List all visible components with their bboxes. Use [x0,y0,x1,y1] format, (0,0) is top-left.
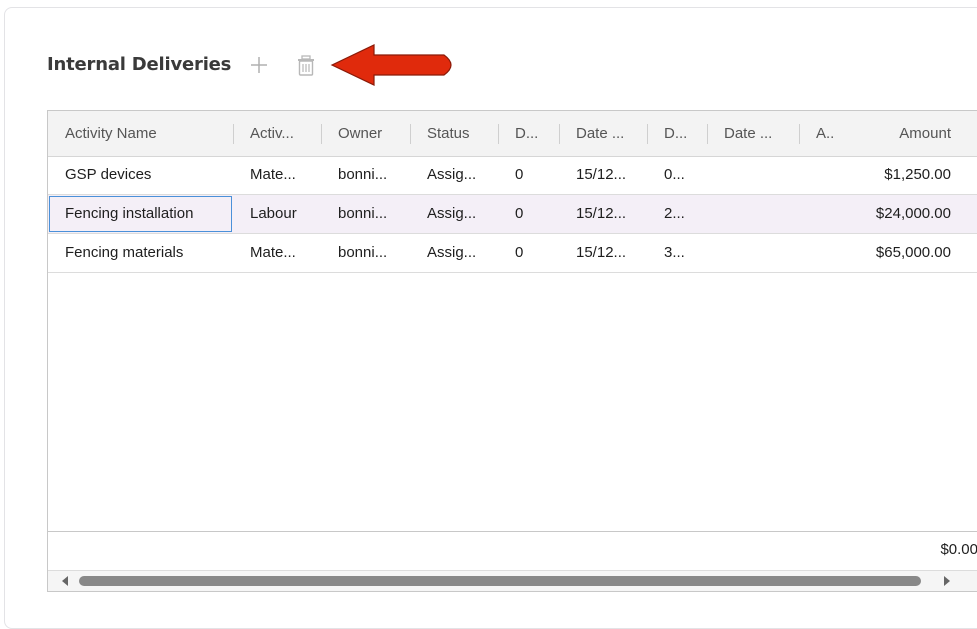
table-row[interactable]: Fencing materials Mate... bonni... Assig...… [48,234,977,273]
plus-icon [251,57,267,73]
column-separator[interactable] [321,124,322,144]
cell-date1[interactable]: 15/12... [559,156,647,194]
column-separator[interactable] [498,124,499,144]
cell-amount[interactable]: $24,000.00 [854,195,961,233]
column-header-d1[interactable]: D... [498,111,559,156]
delete-button[interactable] [295,54,317,78]
add-button[interactable] [247,53,271,77]
cell-activity-name[interactable]: GSP devices [48,156,233,194]
column-header-d2[interactable]: D... [647,111,707,156]
cell-date1[interactable]: 15/12... [559,195,647,233]
column-header-activity-name[interactable]: Activity Name [48,111,233,156]
cell-d2[interactable]: 3... [647,234,707,272]
cell-amount[interactable]: $65,000.00 [854,234,961,272]
column-separator[interactable] [559,124,560,144]
cell-a[interactable] [799,234,854,272]
data-grid: Activity Name Activ... Owner Status D... Date… [47,110,977,592]
grid-header: Activity Name Activ... Owner Status D... Date… [48,111,977,157]
table-row[interactable]: GSP devices Mate... bonni... Assig... 0 15/12… [48,156,977,195]
cell-date2[interactable] [707,156,799,194]
cell-owner[interactable]: bonni... [321,234,410,272]
cell-status[interactable]: Assig... [410,156,498,194]
column-header-a[interactable]: A.. [799,111,854,156]
cell-d2[interactable]: 0... [647,156,707,194]
section-title: Internal Deliveries [47,54,232,75]
cell-activity-type[interactable]: Mate... [233,156,321,194]
column-separator[interactable] [799,124,800,144]
column-header-amount[interactable]: Amount [854,111,961,156]
cell-d1[interactable]: 0 [498,234,559,272]
red-arrow-annotation [330,44,452,86]
trash-icon [298,55,314,76]
column-separator[interactable] [707,124,708,144]
cell-amount[interactable]: $1,250.00 [854,156,961,194]
footer-total: $0.00 [940,541,977,558]
cell-d1[interactable]: 0 [498,195,559,233]
cell-activity-name[interactable]: Fencing installation [48,195,233,233]
cell-status[interactable]: Assig... [410,195,498,233]
column-header-owner[interactable]: Owner [321,111,410,156]
column-header-date2[interactable]: Date ... [707,111,799,156]
column-header-activity-type[interactable]: Activ... [233,111,321,156]
cell-activity-type[interactable]: Mate... [233,234,321,272]
cell-activity-type[interactable]: Labour [233,195,321,233]
cell-date1[interactable]: 15/12... [559,234,647,272]
cell-d1[interactable]: 0 [498,156,559,194]
scrollbar-thumb[interactable] [79,576,921,586]
cell-date2[interactable] [707,195,799,233]
scroll-left-icon[interactable] [62,576,68,586]
table-row[interactable]: Fencing installation Labour bonni... Assig.… [48,195,977,234]
cell-owner[interactable]: bonni... [321,195,410,233]
cell-date2[interactable] [707,234,799,272]
scroll-right-icon[interactable] [944,576,950,586]
footer-divider [48,531,977,532]
column-header-date1[interactable]: Date ... [559,111,647,156]
column-separator[interactable] [410,124,411,144]
cell-owner[interactable]: bonni... [321,156,410,194]
cell-a[interactable] [799,156,854,194]
cell-d2[interactable]: 2... [647,195,707,233]
cell-activity-name[interactable]: Fencing materials [48,234,233,272]
cell-a[interactable] [799,195,854,233]
cell-status[interactable]: Assig... [410,234,498,272]
column-separator[interactable] [647,124,648,144]
column-separator[interactable] [233,124,234,144]
column-header-status[interactable]: Status [410,111,498,156]
horizontal-scrollbar[interactable] [48,570,977,591]
